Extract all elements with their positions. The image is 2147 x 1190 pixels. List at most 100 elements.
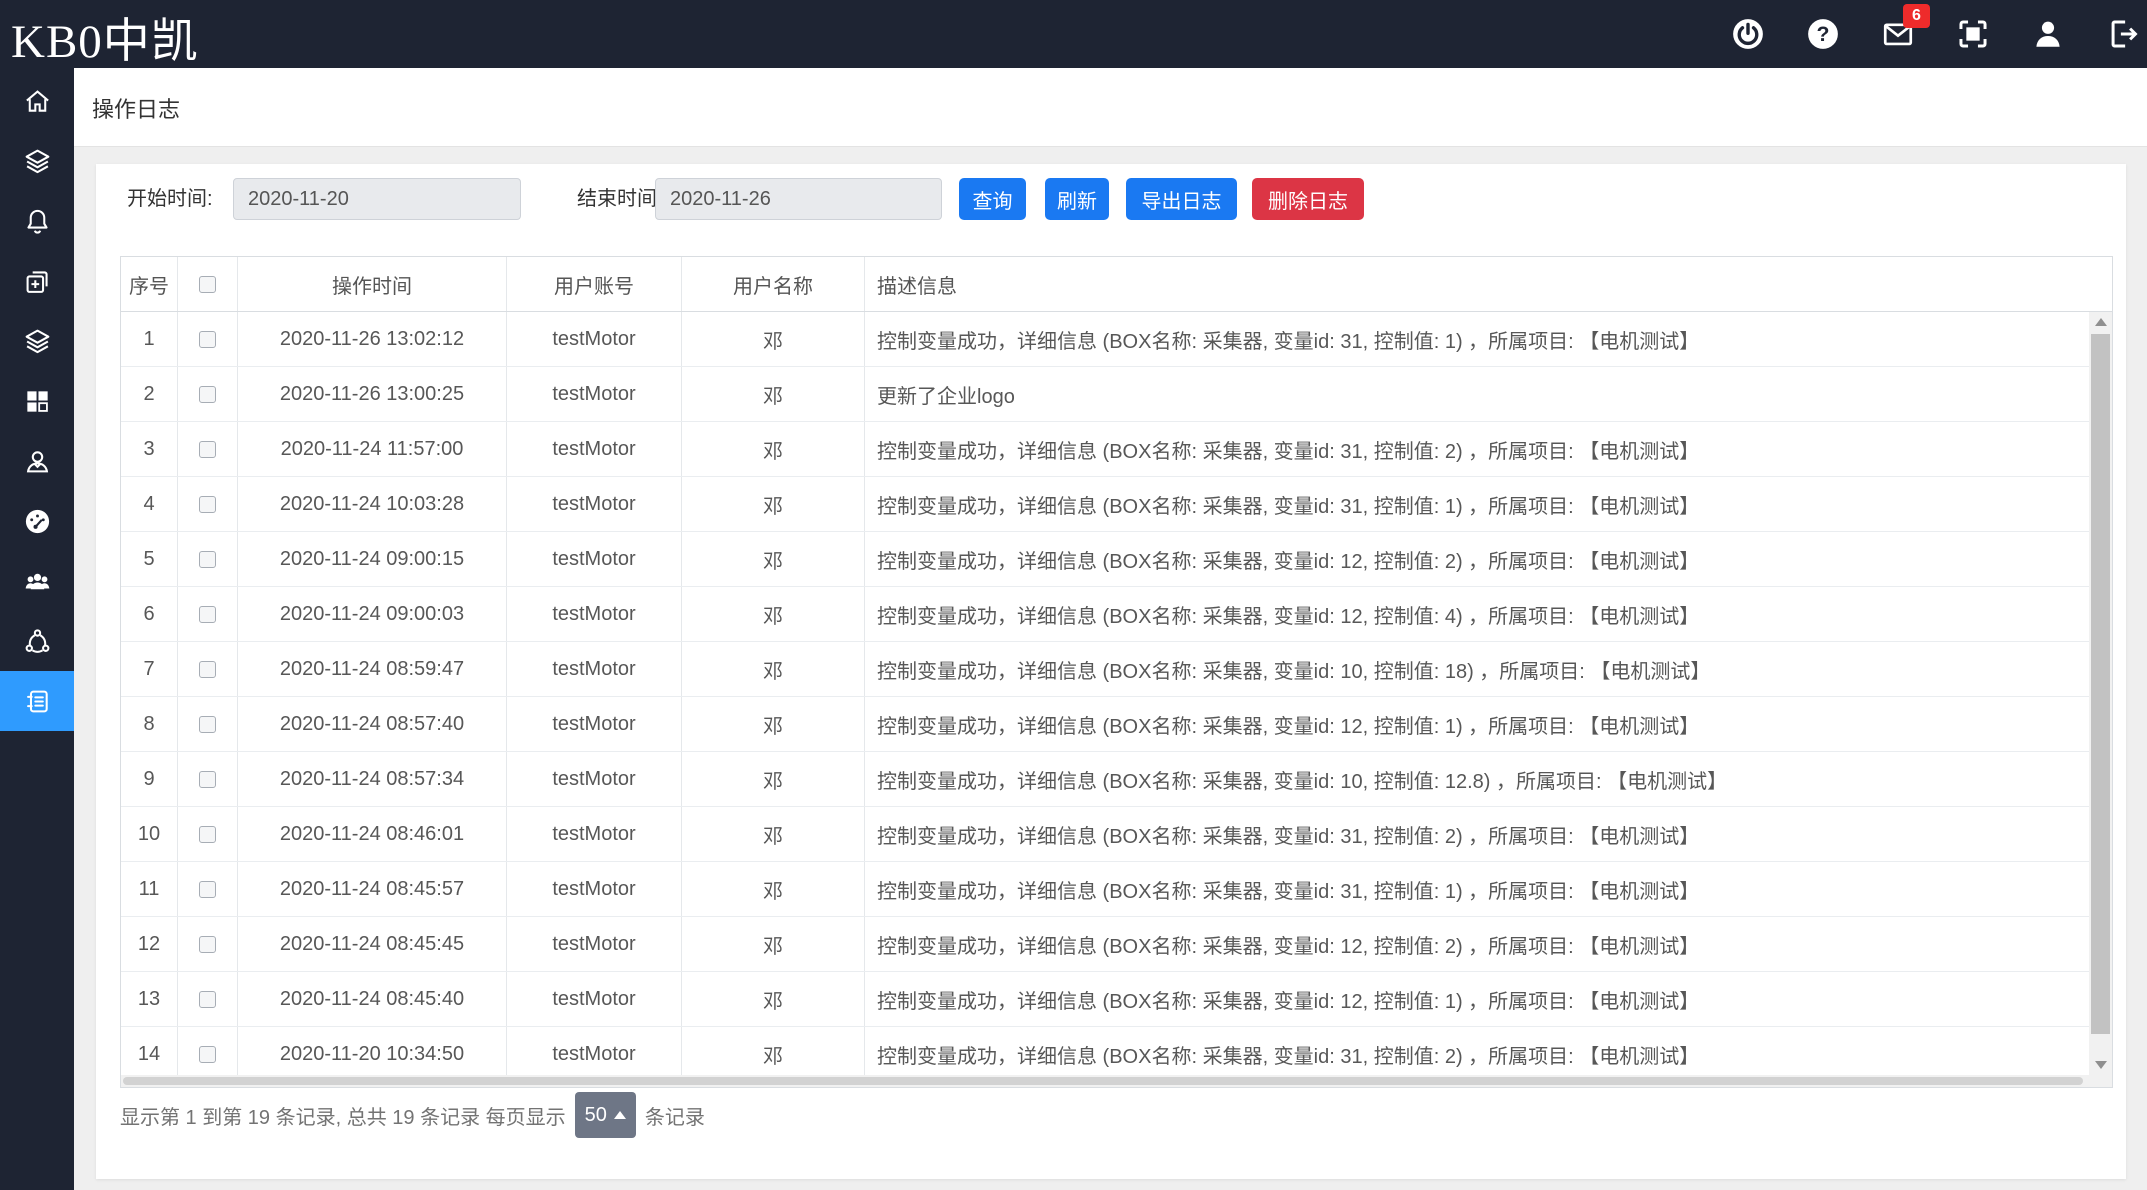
- table-row: 1 2020-11-26 13:02:12 testMotor 邓 控制变量成功…: [121, 312, 2112, 367]
- end-time-input[interactable]: [655, 178, 942, 220]
- pagination-summary: 显示第 1 到第 19 条记录, 总共 19 条记录 每页显示: [120, 1101, 566, 1130]
- row-checkbox[interactable]: [199, 386, 216, 403]
- row-number: 1: [121, 312, 178, 366]
- sidebar-item-share-network[interactable]: [0, 611, 74, 671]
- power-icon[interactable]: [1731, 17, 1765, 51]
- row-checkbox[interactable]: [199, 496, 216, 513]
- row-checkbox[interactable]: [199, 606, 216, 623]
- row-checkbox-cell: [178, 752, 238, 806]
- user-icon[interactable]: [2031, 17, 2065, 51]
- row-checkbox[interactable]: [199, 661, 216, 678]
- sidebar-item-stack[interactable]: [0, 311, 74, 371]
- row-number: 2: [121, 367, 178, 421]
- row-description: 控制变量成功，详细信息 (BOX名称: 采集器, 变量id: 12, 控制值: …: [865, 532, 2112, 586]
- svg-text:?: ?: [1817, 22, 1830, 46]
- top-navbar: KB0中凯 ? 6: [0, 0, 2147, 68]
- table-row: 5 2020-11-24 09:00:15 testMotor 邓 控制变量成功…: [121, 532, 2112, 587]
- sidebar-item-team[interactable]: [0, 551, 74, 611]
- row-number: 6: [121, 587, 178, 641]
- row-operation-time: 2020-11-24 08:57:34: [238, 752, 507, 806]
- page-size-dropdown[interactable]: 50: [575, 1092, 636, 1138]
- row-user-name: 邓: [682, 697, 865, 751]
- help-icon[interactable]: ?: [1806, 17, 1840, 51]
- row-user-account: testMotor: [507, 312, 682, 366]
- row-description: 控制变量成功，详细信息 (BOX名称: 采集器, 变量id: 31, 控制值: …: [865, 807, 2112, 861]
- col-header-name: 用户名称: [682, 257, 865, 311]
- row-checkbox[interactable]: [199, 1046, 216, 1063]
- table-header: 序号 操作时间 用户账号 用户名称 描述信息: [121, 257, 2112, 312]
- refresh-button[interactable]: 刷新: [1045, 178, 1109, 220]
- scroll-up-arrow-icon[interactable]: [2089, 312, 2112, 332]
- row-user-name: 邓: [682, 312, 865, 366]
- table-row: 3 2020-11-24 11:57:00 testMotor 邓 控制变量成功…: [121, 422, 2112, 477]
- horizontal-scrollbar[interactable]: [121, 1075, 2112, 1087]
- row-checkbox[interactable]: [199, 716, 216, 733]
- row-number: 3: [121, 422, 178, 476]
- vertical-scrollbar-thumb[interactable]: [2091, 334, 2110, 1034]
- sidebar-item-alarms[interactable]: [0, 191, 74, 251]
- row-description: 控制变量成功，详细信息 (BOX名称: 采集器, 变量id: 12, 控制值: …: [865, 917, 2112, 971]
- row-operation-time: 2020-11-24 08:45:57: [238, 862, 507, 916]
- row-operation-time: 2020-11-24 08:45:45: [238, 917, 507, 971]
- query-button[interactable]: 查询: [959, 178, 1026, 220]
- row-user-account: testMotor: [507, 917, 682, 971]
- row-operation-time: 2020-11-26 13:00:25: [238, 367, 507, 421]
- row-number: 8: [121, 697, 178, 751]
- row-user-account: testMotor: [507, 422, 682, 476]
- table-row: 9 2020-11-24 08:57:34 testMotor 邓 控制变量成功…: [121, 752, 2112, 807]
- exit-icon[interactable]: [2106, 17, 2140, 51]
- row-description: 控制变量成功，详细信息 (BOX名称: 采集器, 变量id: 12, 控制值: …: [865, 972, 2112, 1026]
- delete-log-button[interactable]: 删除日志: [1252, 178, 1364, 220]
- col-header-account: 用户账号: [507, 257, 682, 311]
- row-user-account: testMotor: [507, 642, 682, 696]
- page-size-value: 50: [585, 1104, 607, 1127]
- row-number: 10: [121, 807, 178, 861]
- row-checkbox-cell: [178, 1027, 238, 1075]
- horizontal-scrollbar-thumb[interactable]: [123, 1077, 2083, 1085]
- row-checkbox[interactable]: [199, 771, 216, 788]
- row-checkbox-cell: [178, 477, 238, 531]
- scroll-down-arrow-icon[interactable]: [2089, 1055, 2112, 1075]
- sidebar-nav: [0, 68, 74, 1190]
- fullscreen-icon[interactable]: [1956, 17, 1990, 51]
- row-checkbox[interactable]: [199, 881, 216, 898]
- row-checkbox-cell: [178, 862, 238, 916]
- row-number: 5: [121, 532, 178, 586]
- sidebar-item-add-device[interactable]: [0, 251, 74, 311]
- sidebar-item-apps-grid[interactable]: [0, 371, 74, 431]
- sidebar-item-dashboard[interactable]: [0, 491, 74, 551]
- row-checkbox[interactable]: [199, 936, 216, 953]
- select-all-checkbox[interactable]: [199, 276, 216, 293]
- row-description: 控制变量成功，详细信息 (BOX名称: 采集器, 变量id: 12, 控制值: …: [865, 697, 2112, 751]
- row-checkbox[interactable]: [199, 551, 216, 568]
- row-description: 控制变量成功，详细信息 (BOX名称: 采集器, 变量id: 10, 控制值: …: [865, 752, 2112, 806]
- row-number: 7: [121, 642, 178, 696]
- vertical-scrollbar[interactable]: [2089, 312, 2112, 1075]
- row-checkbox-cell: [178, 697, 238, 751]
- table-row: 8 2020-11-24 08:57:40 testMotor 邓 控制变量成功…: [121, 697, 2112, 752]
- row-operation-time: 2020-11-24 11:57:00: [238, 422, 507, 476]
- start-time-input[interactable]: [233, 178, 521, 220]
- table-body: 1 2020-11-26 13:02:12 testMotor 邓 控制变量成功…: [121, 312, 2112, 1075]
- sidebar-item-home[interactable]: [0, 71, 74, 131]
- sidebar-item-user[interactable]: [0, 431, 74, 491]
- row-checkbox-cell: [178, 972, 238, 1026]
- row-description: 控制变量成功，详细信息 (BOX名称: 采集器, 变量id: 31, 控制值: …: [865, 862, 2112, 916]
- row-checkbox-cell: [178, 532, 238, 586]
- col-header-no: 序号: [121, 257, 178, 311]
- row-checkbox[interactable]: [199, 826, 216, 843]
- row-user-name: 邓: [682, 752, 865, 806]
- sidebar-item-operation-log[interactable]: [0, 671, 74, 731]
- row-checkbox[interactable]: [199, 441, 216, 458]
- row-user-name: 邓: [682, 532, 865, 586]
- pagination-records-label: 条记录: [645, 1101, 705, 1130]
- row-number: 11: [121, 862, 178, 916]
- row-operation-time: 2020-11-24 08:59:47: [238, 642, 507, 696]
- row-checkbox[interactable]: [199, 331, 216, 348]
- row-checkbox[interactable]: [199, 991, 216, 1008]
- row-checkbox-cell: [178, 587, 238, 641]
- mail-icon[interactable]: 6: [1881, 17, 1915, 51]
- sidebar-item-layers[interactable]: [0, 131, 74, 191]
- row-checkbox-cell: [178, 807, 238, 861]
- export-log-button[interactable]: 导出日志: [1126, 178, 1237, 220]
